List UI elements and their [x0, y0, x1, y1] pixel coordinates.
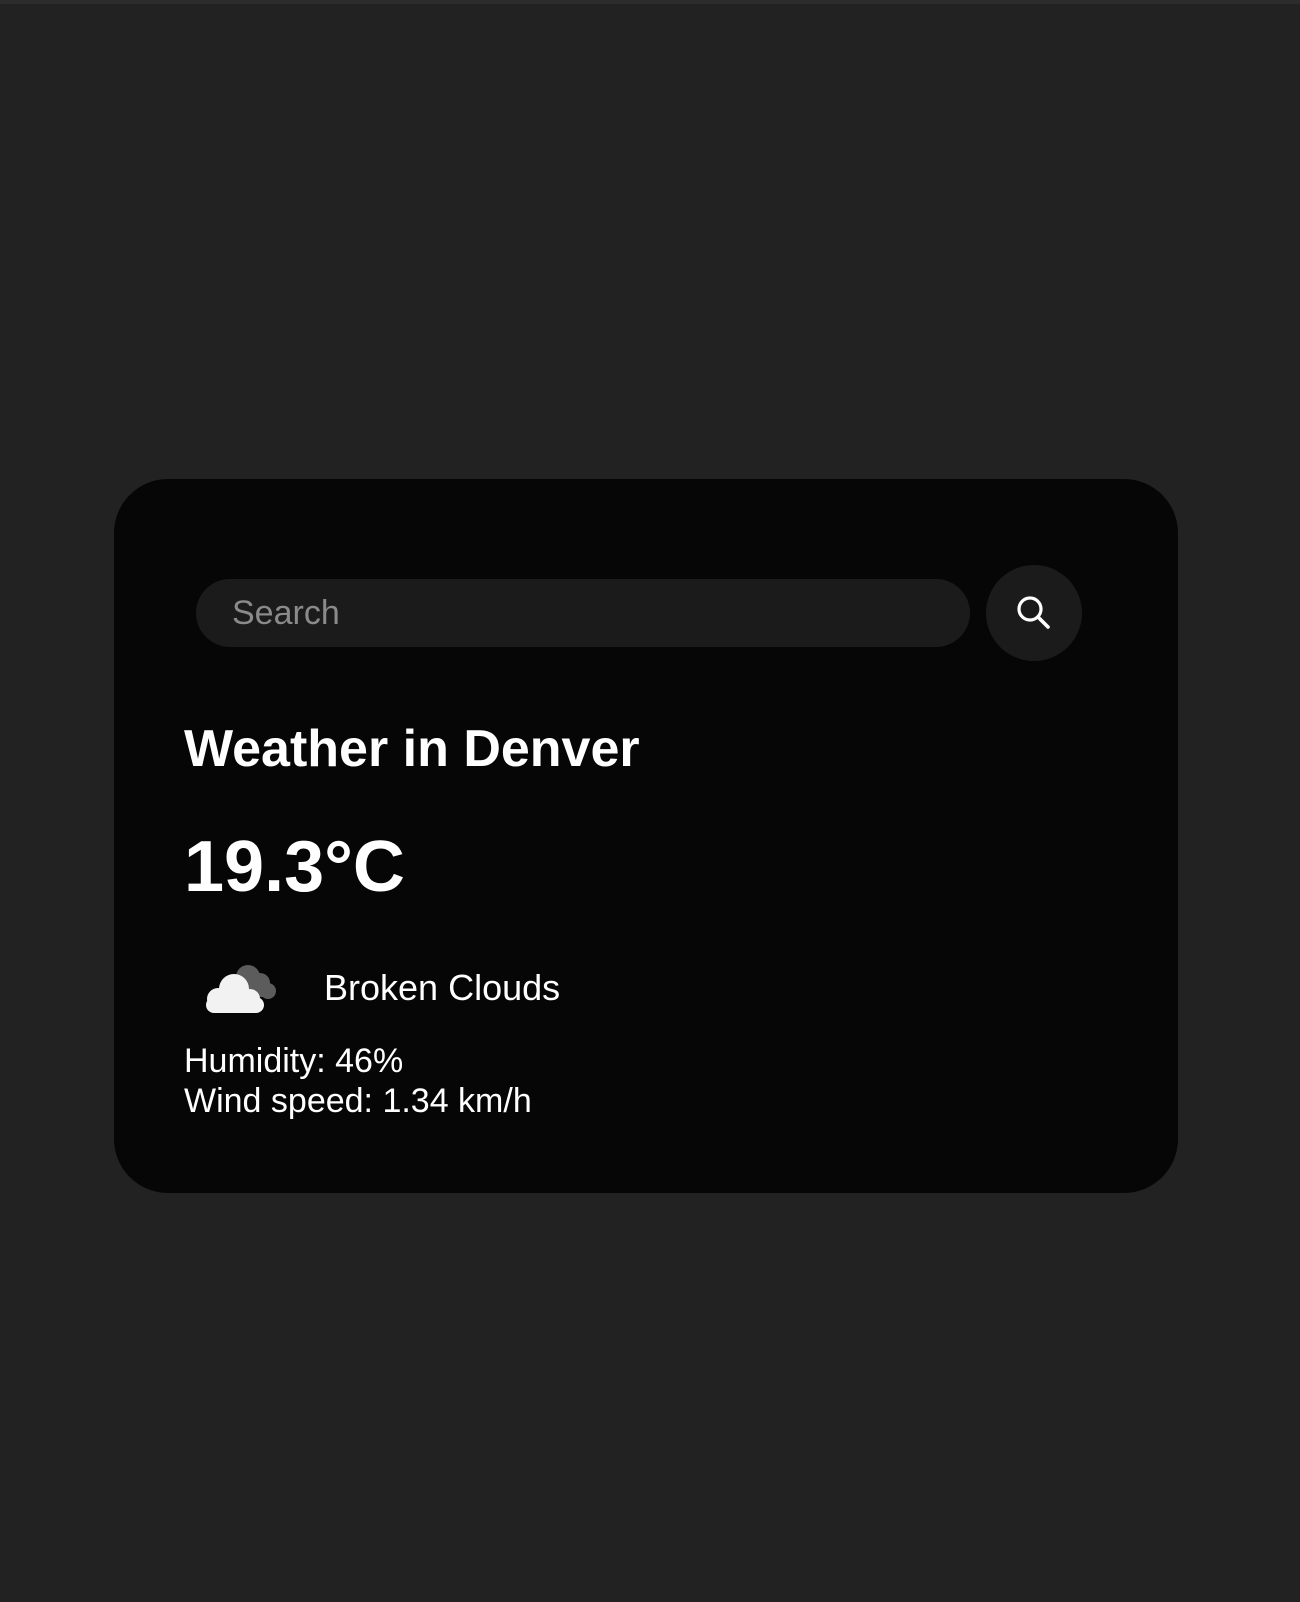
search-input[interactable]	[196, 579, 970, 647]
weather-title: Weather in Denver	[184, 720, 640, 778]
broken-clouds-icon	[206, 965, 276, 1013]
search-button[interactable]	[986, 565, 1082, 661]
weather-details: Humidity: 46% Wind speed: 1.34 km/h	[184, 1041, 532, 1121]
search-bar	[196, 565, 1084, 661]
humidity-text: Humidity: 46%	[184, 1042, 404, 1080]
weather-description: Broken Clouds	[324, 967, 561, 1008]
search-icon	[1017, 596, 1050, 629]
temperature-value: 19.3°C	[184, 827, 405, 907]
weather-card: Weather in Denver 19.3°C Broken Clouds H…	[114, 479, 1178, 1193]
window-top-edge	[0, 0, 1300, 4]
wind-speed-text: Wind speed: 1.34 km/h	[184, 1082, 532, 1120]
weather-condition: Broken Clouds	[196, 953, 560, 1023]
